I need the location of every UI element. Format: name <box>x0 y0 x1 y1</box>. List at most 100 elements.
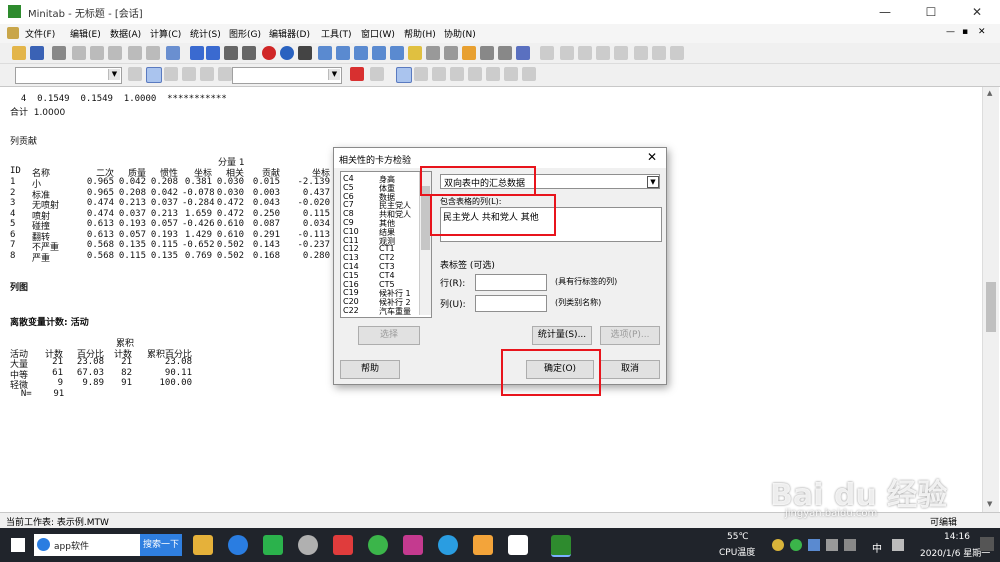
scroll-down-arrow[interactable]: ▼ <box>987 500 992 508</box>
arrow-up-icon[interactable] <box>190 46 204 60</box>
move-columns-icon[interactable] <box>614 46 628 60</box>
select-button[interactable]: 选择 <box>358 326 420 345</box>
maximize-button[interactable]: ☐ <box>908 0 954 24</box>
wps-icon[interactable] <box>333 535 353 555</box>
polygon-tool-icon[interactable] <box>504 67 518 81</box>
history-icon[interactable] <box>390 46 404 60</box>
assistant-icon[interactable] <box>298 46 312 60</box>
column-name[interactable]: CT4 <box>379 271 395 280</box>
column-id[interactable]: C16 <box>343 280 359 289</box>
data-window-icon[interactable] <box>336 46 350 60</box>
column-label-input[interactable] <box>475 295 547 312</box>
cancel-command-icon[interactable] <box>262 46 276 60</box>
brush-icon[interactable] <box>634 46 648 60</box>
help-button[interactable]: 帮助 <box>340 360 400 379</box>
zoom-icon[interactable] <box>370 67 384 81</box>
text-tool-icon[interactable] <box>414 67 428 81</box>
font-selector-combo[interactable]: ▼ <box>232 67 342 84</box>
file-explorer-icon[interactable] <box>193 535 213 555</box>
column-name[interactable]: CT2 <box>379 253 395 262</box>
column-id[interactable]: C12 <box>343 244 359 253</box>
select-arrow-icon[interactable] <box>396 67 412 83</box>
print-icon[interactable] <box>52 46 66 60</box>
ime-indicator[interactable]: 中 <box>872 540 882 555</box>
menu-file[interactable]: 文件(F) <box>25 27 55 40</box>
child-restore-button[interactable]: ▪ <box>962 27 968 37</box>
doc-app-icon[interactable] <box>508 535 528 555</box>
open-project-icon[interactable] <box>12 46 26 60</box>
column-id[interactable]: C11 <box>343 236 359 245</box>
column-name[interactable]: CT5 <box>379 280 395 289</box>
volume-icon[interactable] <box>844 539 856 551</box>
project-manager-icon[interactable] <box>462 46 476 60</box>
insert-row-icon[interactable] <box>578 46 592 60</box>
cut-icon[interactable] <box>72 46 86 60</box>
cancel-button[interactable]: 取消 <box>600 360 660 379</box>
child-close-button[interactable]: ✕ <box>978 27 986 37</box>
find-icon[interactable] <box>224 46 238 60</box>
undo-icon[interactable] <box>128 46 142 60</box>
graph-folder-icon[interactable] <box>498 46 512 60</box>
fx-icon[interactable] <box>540 46 554 60</box>
column-id[interactable]: C5 <box>343 183 354 192</box>
tray-security-icon[interactable] <box>790 539 802 551</box>
session-window-icon[interactable] <box>318 46 332 60</box>
select-icon[interactable] <box>128 67 142 81</box>
keyboard-icon[interactable] <box>892 539 904 551</box>
insert-cell-icon[interactable] <box>560 46 574 60</box>
minitab-taskbar-icon[interactable] <box>551 535 571 557</box>
menu-graph[interactable]: 图形(G) <box>229 27 261 40</box>
polyline-tool-icon[interactable] <box>522 67 536 81</box>
column-id[interactable]: C19 <box>343 288 359 297</box>
menu-calc[interactable]: 计算(C) <box>150 27 181 40</box>
info-icon[interactable] <box>372 46 386 60</box>
replace-icon[interactable] <box>242 46 256 60</box>
flag-icon[interactable] <box>200 67 214 81</box>
column-id[interactable]: C13 <box>343 253 359 262</box>
column-id[interactable]: C6 <box>343 192 354 201</box>
marker-tool-icon[interactable] <box>486 67 500 81</box>
redo-icon[interactable] <box>146 46 160 60</box>
column-id[interactable]: C4 <box>343 174 354 183</box>
close-all-graphs-icon[interactable] <box>444 46 458 60</box>
copy-icon[interactable] <box>90 46 104 60</box>
menu-help[interactable]: 帮助(H) <box>404 27 436 40</box>
menu-edit[interactable]: 编辑(E) <box>70 27 101 40</box>
column-name[interactable]: CT3 <box>379 262 395 271</box>
gift-app-icon[interactable] <box>473 535 493 555</box>
search-go-button[interactable]: 搜索一下 <box>140 534 182 556</box>
pen-icon[interactable] <box>164 67 178 81</box>
windows-start-icon[interactable] <box>11 538 25 552</box>
ie-taskbar-icon[interactable] <box>438 535 458 555</box>
delete-icon[interactable] <box>350 67 364 81</box>
menu-tools[interactable]: 工具(T) <box>321 27 352 40</box>
minimize-button[interactable]: — <box>862 0 908 24</box>
row-label-input[interactable] <box>475 274 547 291</box>
column-id[interactable]: C22 <box>343 306 359 315</box>
taskbar-search-box[interactable]: app软件 <box>34 534 140 556</box>
show-graphs-icon[interactable] <box>480 46 494 60</box>
insert-column-icon[interactable] <box>596 46 610 60</box>
tray-network-icon[interactable] <box>808 539 820 551</box>
crosshair-icon[interactable] <box>182 67 196 81</box>
column-id[interactable]: C14 <box>343 262 359 271</box>
menu-assist[interactable]: 协助(N) <box>444 27 476 40</box>
wechat-icon[interactable] <box>263 535 283 555</box>
close-button[interactable]: ✕ <box>954 0 1000 24</box>
session-scrollbar[interactable]: ▲ ▼ <box>982 87 999 512</box>
scroll-up-arrow[interactable]: ▲ <box>987 89 992 97</box>
graph-window-icon[interactable] <box>354 46 368 60</box>
last-dialog-icon[interactable] <box>166 46 180 60</box>
menu-window[interactable]: 窗口(W) <box>361 27 395 40</box>
column-id[interactable]: C9 <box>343 218 354 227</box>
child-minimize-button[interactable]: — <box>946 27 955 37</box>
image-app-icon[interactable] <box>403 535 423 555</box>
scroll-thumb[interactable] <box>986 282 996 332</box>
browser-icon[interactable] <box>298 535 318 555</box>
new-worksheet-icon[interactable] <box>426 46 440 60</box>
pointer-icon[interactable] <box>146 67 162 83</box>
help-icon[interactable] <box>280 46 294 60</box>
graph-brush-icon[interactable] <box>516 46 530 60</box>
report-pad-icon[interactable] <box>408 46 422 60</box>
save-icon[interactable] <box>30 46 44 60</box>
